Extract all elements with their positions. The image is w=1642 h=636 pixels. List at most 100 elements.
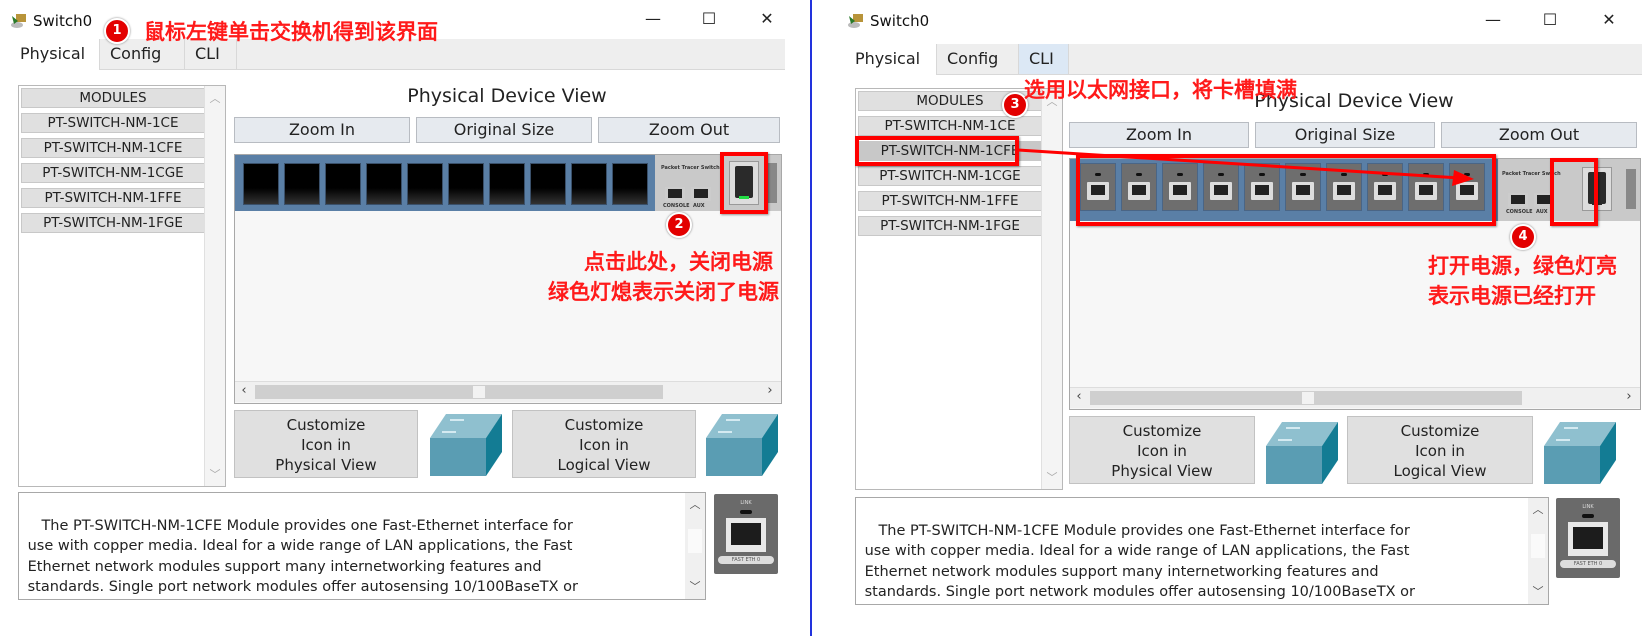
tab-bar: Physical Config CLI bbox=[845, 44, 1642, 75]
right-title-bar: Switch0 — ☐ ✕ bbox=[812, 0, 1642, 44]
module-item[interactable]: PT-SWITCH-NM-1FFE bbox=[21, 188, 205, 208]
left-switch-window: Switch0 — ☐ ✕ Physical Config CLI MODULE… bbox=[0, 0, 810, 636]
aux-label: AUX bbox=[693, 203, 705, 209]
aux-port[interactable] bbox=[691, 187, 711, 201]
device-view-title: Physical Device View bbox=[407, 85, 607, 107]
scroll-track[interactable] bbox=[255, 385, 663, 399]
device-view-hscrollbar[interactable]: ‹ › bbox=[1070, 387, 1640, 408]
empty-slot[interactable] bbox=[530, 163, 566, 205]
scroll-up-icon[interactable]: ︿ bbox=[1528, 500, 1548, 521]
customize-logical-label: Customize Icon in Logical View bbox=[557, 416, 651, 474]
module-item[interactable]: PT-SWITCH-NM-1CE bbox=[858, 116, 1042, 136]
switch-physical-icon bbox=[1266, 422, 1338, 484]
empty-slot[interactable] bbox=[448, 163, 484, 205]
modules-list: MODULES PT-SWITCH-NM-1CE PT-SWITCH-NM-1C… bbox=[18, 85, 226, 487]
scroll-left-icon[interactable]: ‹ bbox=[1070, 389, 1088, 404]
selected-module-highlight bbox=[855, 136, 1019, 166]
minimize-button[interactable]: — bbox=[638, 8, 668, 30]
zoom-out-button[interactable]: Zoom Out bbox=[1441, 122, 1637, 148]
module-item[interactable]: PT-SWITCH-NM-1CFE bbox=[21, 138, 205, 158]
empty-slot[interactable] bbox=[407, 163, 443, 205]
scroll-right-icon[interactable]: › bbox=[761, 383, 779, 398]
switch-logical-icon bbox=[706, 414, 778, 476]
scroll-thumb[interactable] bbox=[1302, 392, 1314, 404]
ethernet-port-icon bbox=[726, 518, 766, 552]
empty-slot[interactable] bbox=[243, 163, 279, 205]
tab-physical[interactable]: Physical bbox=[845, 44, 937, 75]
scroll-thumb[interactable] bbox=[1531, 534, 1545, 558]
module-item[interactable]: PT-SWITCH-NM-1FGE bbox=[21, 213, 205, 233]
zoom-out-button[interactable]: Zoom Out bbox=[598, 117, 780, 143]
zoom-in-button[interactable]: Zoom In bbox=[234, 117, 410, 143]
tab-config[interactable]: Config bbox=[937, 44, 1019, 74]
scroll-down-icon[interactable]: ﹀ bbox=[685, 577, 705, 598]
original-size-button[interactable]: Original Size bbox=[416, 117, 592, 143]
maximize-button[interactable]: ☐ bbox=[1535, 9, 1565, 31]
annotation-step-2-line1: 点击此处，关闭电源 bbox=[584, 250, 773, 274]
scroll-up-icon[interactable]: ︿ bbox=[685, 495, 705, 516]
description-scrollbar[interactable]: ︿ ﹀ bbox=[685, 493, 705, 599]
empty-slot[interactable] bbox=[284, 163, 320, 205]
aux-label: AUX bbox=[1536, 209, 1548, 215]
window-title: Switch0 bbox=[870, 12, 930, 30]
tab-cli[interactable]: CLI bbox=[1019, 44, 1069, 74]
customize-physical-icon-button[interactable]: Customize Icon in Physical View bbox=[1069, 416, 1255, 484]
module-description[interactable]: The PT-SWITCH-NM-1CFE Module provides on… bbox=[18, 492, 706, 600]
empty-slot[interactable] bbox=[489, 163, 525, 205]
power-switch-highlight bbox=[1550, 158, 1598, 226]
minimize-button[interactable]: — bbox=[1478, 9, 1508, 31]
switch-physical-icon bbox=[430, 414, 502, 476]
ethernet-port-icon bbox=[1568, 522, 1608, 556]
description-scrollbar[interactable]: ︿ ﹀ bbox=[1528, 498, 1548, 604]
customize-logical-icon-button[interactable]: Customize Icon in Logical View bbox=[1347, 416, 1533, 484]
annotation-step-3: 选用以太网接口，将卡槽填满 bbox=[1024, 78, 1297, 102]
empty-slot[interactable] bbox=[366, 163, 402, 205]
close-button[interactable]: ✕ bbox=[1594, 9, 1624, 31]
empty-slot[interactable] bbox=[612, 163, 648, 205]
annotation-step-4-line2: 表示电源已经打开 bbox=[1428, 284, 1596, 308]
fan-vent bbox=[1626, 169, 1636, 209]
step-badge-4: 4 bbox=[1510, 224, 1536, 250]
scroll-up-icon[interactable]: ︿ bbox=[205, 90, 225, 106]
customize-physical-icon-button[interactable]: Customize Icon in Physical View bbox=[234, 410, 418, 478]
link-label: LINK bbox=[1582, 504, 1594, 510]
customize-logical-icon-button[interactable]: Customize Icon in Logical View bbox=[512, 410, 696, 478]
modules-scrollbar[interactable]: ︿ ﹀ bbox=[204, 86, 225, 486]
tab-physical[interactable]: Physical bbox=[10, 39, 100, 70]
power-switch-highlight bbox=[720, 152, 768, 214]
link-label: LINK bbox=[740, 500, 752, 506]
maximize-button[interactable]: ☐ bbox=[694, 8, 724, 30]
step-badge-2: 2 bbox=[666, 212, 692, 238]
console-port[interactable] bbox=[665, 187, 685, 201]
close-button[interactable]: ✕ bbox=[752, 8, 782, 30]
customize-physical-label: Customize Icon in Physical View bbox=[1111, 422, 1213, 480]
module-item[interactable]: PT-SWITCH-NM-1FGE bbox=[858, 216, 1042, 236]
scroll-down-icon[interactable]: ﹀ bbox=[1042, 469, 1062, 485]
customize-physical-label: Customize Icon in Physical View bbox=[275, 416, 377, 474]
switch-chassis bbox=[235, 155, 655, 211]
window-title: Switch0 bbox=[33, 12, 93, 30]
empty-slot[interactable] bbox=[325, 163, 361, 205]
empty-slot[interactable] bbox=[571, 163, 607, 205]
switch-app-icon bbox=[848, 14, 863, 28]
module-item[interactable]: PT-SWITCH-NM-1CE bbox=[21, 113, 205, 133]
scroll-down-icon[interactable]: ﹀ bbox=[205, 466, 225, 482]
device-view-hscrollbar[interactable]: ‹ › bbox=[235, 381, 781, 402]
customize-logical-label: Customize Icon in Logical View bbox=[1393, 422, 1487, 480]
console-port[interactable] bbox=[1508, 193, 1528, 207]
module-item[interactable]: PT-SWITCH-NM-1CGE bbox=[21, 163, 205, 183]
scroll-thumb[interactable] bbox=[688, 529, 702, 553]
fan-vent bbox=[767, 163, 777, 203]
scroll-thumb[interactable] bbox=[473, 386, 485, 398]
scroll-left-icon[interactable]: ‹ bbox=[235, 383, 253, 398]
original-size-button[interactable]: Original Size bbox=[1255, 122, 1435, 148]
scroll-right-icon[interactable]: › bbox=[1620, 389, 1638, 404]
console-label: CONSOLE bbox=[663, 203, 690, 209]
annotation-step-4-line1: 打开电源，绿色灯亮 bbox=[1428, 254, 1617, 278]
zoom-in-button[interactable]: Zoom In bbox=[1069, 122, 1249, 148]
switch-logical-icon bbox=[1544, 422, 1616, 484]
step-badge-1: 1 bbox=[104, 18, 130, 44]
module-description[interactable]: The PT-SWITCH-NM-1CFE Module provides on… bbox=[855, 497, 1549, 605]
modules-header: MODULES bbox=[21, 88, 205, 108]
scroll-down-icon[interactable]: ﹀ bbox=[1528, 582, 1548, 603]
